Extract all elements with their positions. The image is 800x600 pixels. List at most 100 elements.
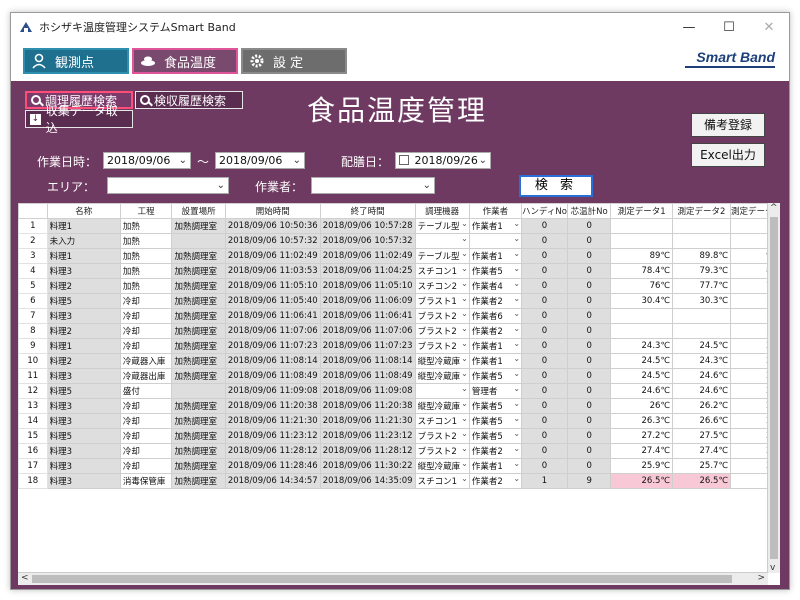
worker-cell-select[interactable]: 管理者 ⌄ [468,383,523,399]
end-time-cell[interactable]: 2018/09/06 11:09:08 [319,383,416,399]
column-header[interactable]: 測定データ1 [610,203,673,219]
name-cell[interactable]: 料理3 [46,263,121,279]
handy-no-cell[interactable]: 0 [521,293,568,309]
worker-cell-select[interactable]: 作業者1 ⌄ [468,338,523,354]
chevron-down-icon[interactable]: ⌄ [461,235,468,244]
serve-date-picker[interactable]: 2018/09/26 ⌄ [395,152,491,169]
handy-no-cell[interactable]: 0 [521,308,568,324]
process-cell[interactable]: 加熱 [119,263,173,279]
chevron-down-icon[interactable]: ⌄ [513,220,520,229]
table-row[interactable]: 2 未入力 加熱 2018/09/06 10:57:32 2018/09/06 10:5… [18,233,780,249]
table-row[interactable]: 7 料理3 冷却 加熱調理室 2018/09/06 11:06:41 2018/09/06… [18,308,780,324]
measure-data-2-cell[interactable]: 24.6℃ [672,383,731,399]
measure-data-1-cell[interactable] [610,323,673,339]
thermometer-no-cell[interactable]: 0 [566,338,612,354]
row-number[interactable]: 2 [18,233,48,249]
table-row[interactable]: 14 料理3 冷却 加熱調理室 2018/09/06 11:21:30 2018/09/0… [18,413,780,429]
scroll-right-arrow-icon[interactable]: > [757,573,765,583]
equipment-select[interactable]: ブラスト2 ⌄ [414,428,470,444]
measure-data-1-cell[interactable] [610,233,673,249]
column-header[interactable]: 工程 [119,203,173,219]
thermometer-no-cell[interactable]: 0 [566,368,612,384]
vertical-scroll-thumb[interactable] [770,217,778,559]
location-cell[interactable]: 加熱調理室 [171,218,226,234]
process-cell[interactable]: 冷却 [119,308,173,324]
worker-cell-select[interactable]: 作業者5 ⌄ [468,398,523,414]
measure-data-1-cell[interactable]: 78.4℃ [610,263,673,279]
horizontal-scrollbar[interactable]: < > [18,572,768,585]
column-header[interactable]: 作業者 [468,203,523,219]
chevron-down-icon[interactable]: ⌄ [461,460,468,469]
measure-data-1-cell[interactable]: 26.3℃ [610,413,673,429]
start-time-cell[interactable]: 2018/09/06 11:23:12 [224,428,321,444]
equipment-select[interactable]: スチコン1 ⌄ [414,473,470,489]
row-number[interactable]: 12 [18,383,48,399]
measure-data-2-cell[interactable]: 27.4℃ [672,443,731,459]
location-cell[interactable]: 加熱調理室 [171,473,226,489]
handy-no-cell[interactable]: 0 [521,353,568,369]
equipment-select[interactable]: テーブル型 ⌄ [414,218,470,234]
row-number[interactable]: 3 [18,248,48,264]
thermometer-no-cell[interactable]: 0 [566,263,612,279]
thermometer-no-cell[interactable]: 0 [566,353,612,369]
location-cell[interactable]: 加熱調理室 [171,368,226,384]
measure-data-1-cell[interactable]: 26℃ [610,398,673,414]
tab-observation[interactable]: 観測点 [23,48,129,74]
start-time-cell[interactable]: 2018/09/06 11:05:10 [224,278,321,294]
chevron-down-icon[interactable]: ⌄ [461,385,468,394]
end-time-cell[interactable]: 2018/09/06 11:20:38 [319,398,416,414]
handy-no-cell[interactable]: 0 [521,323,568,339]
thermometer-no-cell[interactable]: 0 [566,278,612,294]
location-cell[interactable]: 加熱調理室 [171,458,226,474]
process-cell[interactable]: 加熱 [119,278,173,294]
start-time-cell[interactable]: 2018/09/06 11:03:53 [224,263,321,279]
location-cell[interactable]: 加熱調理室 [171,293,226,309]
thermometer-no-cell[interactable]: 0 [566,218,612,234]
column-header[interactable]: 設置場所 [171,203,226,219]
equipment-select[interactable]: ⌄ [414,233,470,249]
thermometer-no-cell[interactable]: 0 [566,233,612,249]
thermometer-no-cell[interactable]: 0 [566,428,612,444]
process-cell[interactable]: 盛付 [119,383,173,399]
row-number[interactable]: 7 [18,308,48,324]
row-number[interactable]: 16 [18,443,48,459]
chevron-down-icon[interactable]: ⌄ [513,385,520,394]
worker-cell-select[interactable]: 作業者2 ⌄ [468,293,523,309]
search-button[interactable]: 検 索 [519,175,593,197]
measure-data-1-cell[interactable]: 27.4℃ [610,443,673,459]
thermometer-no-cell[interactable]: 9 [566,473,612,489]
chevron-down-icon[interactable]: ⌄ [513,280,520,289]
name-cell[interactable]: 料理2 [46,353,121,369]
start-time-cell[interactable]: 2018/09/06 11:21:30 [224,413,321,429]
chevron-down-icon[interactable]: ⌄ [513,475,520,484]
measure-data-2-cell[interactable]: 26.2℃ [672,398,731,414]
handy-no-cell[interactable]: 0 [521,383,568,399]
measure-data-2-cell[interactable]: 25.7℃ [672,458,731,474]
end-time-cell[interactable]: 2018/09/06 10:57:28 [319,218,416,234]
chevron-down-icon[interactable]: ⌄ [461,415,468,424]
worker-cell-select[interactable]: ⌄ [468,233,523,249]
worker-cell-select[interactable]: 作業者1 ⌄ [468,458,523,474]
row-number[interactable]: 1 [18,218,48,234]
measure-data-1-cell[interactable]: 24.5℃ [610,368,673,384]
end-time-cell[interactable]: 2018/09/06 11:28:12 [319,443,416,459]
row-number[interactable]: 17 [18,458,48,474]
equipment-select[interactable]: ブラスト2 ⌄ [414,308,470,324]
chevron-down-icon[interactable]: ⌄ [461,250,468,259]
chevron-down-icon[interactable]: ⌄ [513,355,520,364]
name-cell[interactable]: 未入力 [46,233,121,249]
measure-data-1-cell[interactable] [610,218,673,234]
measure-data-2-cell[interactable]: 79.3℃ [672,263,731,279]
name-cell[interactable]: 料理5 [46,293,121,309]
chevron-down-icon[interactable]: ⌄ [513,340,520,349]
measure-data-1-cell[interactable] [610,308,673,324]
handy-no-cell[interactable]: 0 [521,338,568,354]
maximize-button[interactable]: ☐ [709,20,749,35]
name-cell[interactable]: 料理3 [46,458,121,474]
measure-data-1-cell[interactable]: 24.3℃ [610,338,673,354]
worker-cell-select[interactable]: 作業者5 ⌄ [468,263,523,279]
process-cell[interactable]: 冷蔵器出庫 [119,368,173,384]
column-header[interactable]: 測定データ2 [672,203,731,219]
equipment-select[interactable]: スチコン1 ⌄ [414,413,470,429]
measure-data-1-cell[interactable]: 89℃ [610,248,673,264]
